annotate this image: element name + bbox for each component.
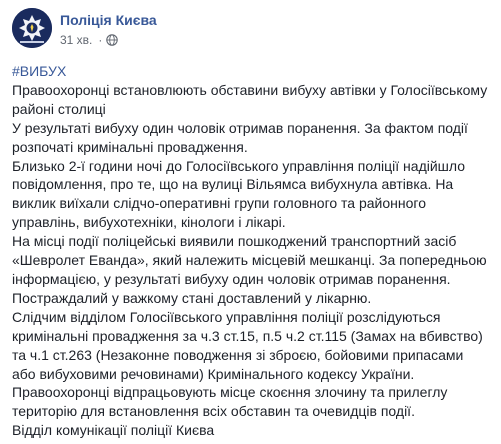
post-line: та ч.1 ст.263 (Незаконне поводження зі з…	[12, 346, 464, 363]
facebook-post: Поліція Києва 31 хв. · #ВИБУХ Правоохоро…	[0, 0, 501, 444]
meta-separator: ·	[98, 33, 103, 47]
hashtag-link[interactable]: #ВИБУХ	[12, 63, 66, 79]
post-line: територію для встановлення всіх обставин…	[12, 403, 415, 420]
post-line: «Шевролет Еванда», який належить місцеві…	[12, 252, 487, 269]
post-line: Правоохоронці встановлюють обставини виб…	[12, 81, 488, 98]
post-line: розпочаті кримінальні провадження.	[12, 138, 248, 155]
police-logo-avatar[interactable]	[12, 8, 52, 48]
globe-icon	[106, 34, 119, 46]
post-line: Правоохоронці відпрацьовують місце скоєн…	[12, 384, 448, 401]
page-author-name[interactable]: Поліція Києва	[60, 11, 157, 29]
post-line: На місці події поліцейські виявили пошко…	[12, 233, 457, 250]
post-line: виклик виїхали слідчо-оперативні групи г…	[12, 195, 426, 212]
post-line: інформацією, у результаті вибуху один чо…	[12, 270, 451, 287]
post-body: #ВИБУХ Правоохоронці встановлюють обстав…	[12, 62, 496, 440]
post-line: У результаті вибуху один чоловік отримав…	[12, 119, 468, 136]
post-line: районі столиці	[12, 100, 106, 117]
post-line: кримінальні провадження за ч.3 ст.15, п.…	[12, 327, 483, 344]
post-timestamp[interactable]: 31 хв.	[60, 33, 92, 47]
post-line: або вибуховими речовинами) Кримінального…	[12, 365, 415, 382]
post-line: Постраждалий у важкому стані доставлений…	[12, 289, 372, 306]
post-meta: 31 хв. ·	[60, 32, 119, 48]
post-signature: Відділ комунікації поліції Києва	[12, 422, 215, 439]
post-line: управлінь, вибухотехніки, кінологи і лік…	[12, 214, 286, 231]
post-line: Близько 2-ї години ночі до Голосіївськог…	[12, 157, 466, 174]
post-line: повідомлення, про те, що на вулиці Вілья…	[12, 176, 454, 193]
post-line: Слідчим відділом Голосіївського управлін…	[12, 308, 441, 325]
